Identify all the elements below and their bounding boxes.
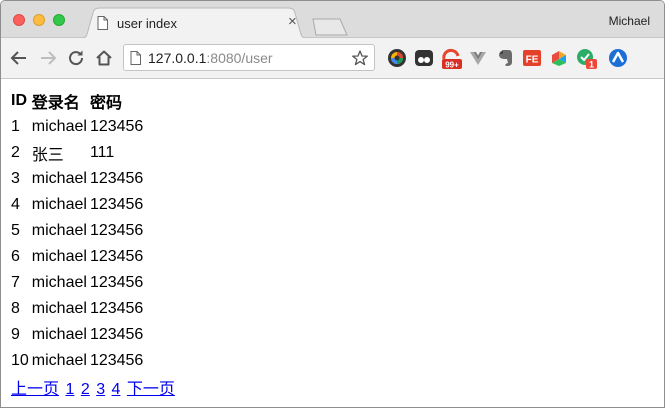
mail-extension-icon[interactable]: 99+ <box>441 48 462 70</box>
home-icon[interactable] <box>94 48 114 68</box>
url-host: 127.0.0.1 <box>148 50 207 66</box>
cell-login-name: michael <box>31 170 87 187</box>
tab-strip: user index × Michael <box>1 1 664 39</box>
table-row: 8 michael 123456 <box>11 296 145 322</box>
cell-login-name: michael <box>31 118 87 135</box>
cell-password: 123456 <box>89 118 144 135</box>
colorful-extension-icon[interactable] <box>549 48 569 68</box>
cell-id: 10 <box>11 352 29 369</box>
page-link-1[interactable]: 1 <box>65 381 74 398</box>
table-row: 6 michael 123456 <box>11 244 145 270</box>
table-row: 4 michael 123456 <box>11 192 145 218</box>
cell-login-name: 张三 <box>31 147 64 164</box>
vue-devtools-icon[interactable] <box>468 48 488 68</box>
cell-id: 9 <box>11 326 20 343</box>
table-row: 2 张三 111 <box>11 140 145 166</box>
tab-title: user index <box>117 16 177 31</box>
page-content: ID 登录名 密码 1 michael 123456 2 张三 111 3 michael 12… <box>11 88 177 399</box>
reload-icon[interactable] <box>66 48 86 68</box>
pagination: 上一页 1 2 3 4 下一页 <box>11 375 177 399</box>
tab-close-icon[interactable]: × <box>288 14 297 30</box>
cell-password: 123456 <box>89 222 144 239</box>
page-info-icon[interactable] <box>130 51 141 70</box>
document-icon <box>97 16 108 35</box>
table-row: 3 michael 123456 <box>11 166 145 192</box>
cell-id: 1 <box>11 118 20 135</box>
prev-page-link[interactable]: 上一页 <box>11 381 59 398</box>
header-login-name: 登录名 <box>31 95 80 112</box>
cell-id: 7 <box>11 274 20 291</box>
url-text[interactable]: 127.0.0.1:8080/user <box>148 50 273 66</box>
cell-login-name: michael <box>31 196 87 213</box>
cell-id: 4 <box>11 196 20 213</box>
cell-password: 123456 <box>89 352 144 369</box>
page-link-3[interactable]: 3 <box>96 381 105 398</box>
cell-password: 123456 <box>89 274 144 291</box>
cell-password: 123456 <box>89 196 144 213</box>
forward-arrow-icon[interactable] <box>38 48 58 68</box>
wechat-badge-count: 1 <box>589 60 594 70</box>
cell-password: 123456 <box>89 326 144 343</box>
zoom-window-button[interactable] <box>53 14 65 26</box>
table-row: 7 michael 123456 <box>11 270 145 296</box>
bookmark-star-icon[interactable] <box>352 50 368 71</box>
user-table: ID 登录名 密码 1 michael 123456 2 张三 111 3 michael 12… <box>11 88 145 374</box>
profile-name[interactable]: Michael <box>609 14 650 28</box>
mail-badge-count: 99+ <box>445 61 459 70</box>
vpn-extension-icon[interactable] <box>608 48 628 68</box>
cell-login-name: michael <box>31 326 87 343</box>
cell-login-name: michael <box>31 300 87 317</box>
cell-id: 5 <box>11 222 20 239</box>
close-window-button[interactable] <box>13 14 25 26</box>
cell-login-name: michael <box>31 248 87 265</box>
table-header-row: ID 登录名 密码 <box>11 88 145 114</box>
tab-user-index[interactable]: user index × <box>79 7 309 39</box>
cell-password: 123456 <box>89 248 144 265</box>
table-row: 5 michael 123456 <box>11 218 145 244</box>
cell-password: 111 <box>89 144 115 161</box>
cell-id: 8 <box>11 300 20 317</box>
page-link-2[interactable]: 2 <box>81 381 90 398</box>
table-row: 10 michael 123456 <box>11 348 145 374</box>
header-id: ID <box>11 92 27 109</box>
table-row: 9 michael 123456 <box>11 322 145 348</box>
fe-label: FE <box>526 55 539 66</box>
toolbar: 127.0.0.1:8080/user 99+ FE 1 <box>1 38 664 79</box>
address-bar[interactable]: 127.0.0.1:8080/user <box>123 44 375 71</box>
cell-login-name: michael <box>31 274 87 291</box>
page-link-4[interactable]: 4 <box>112 381 121 398</box>
minimize-window-button[interactable] <box>33 14 45 26</box>
browser-window: user index × Michael 127.0.0.1:8080/user <box>0 0 665 408</box>
next-page-link[interactable]: 下一页 <box>127 381 175 398</box>
wechat-extension-icon[interactable]: 1 <box>576 48 597 70</box>
cell-id: 6 <box>11 248 20 265</box>
cell-id: 2 <box>11 144 20 161</box>
fe-extension-icon[interactable]: FE <box>522 48 542 68</box>
cell-login-name: michael <box>31 222 87 239</box>
cell-password: 123456 <box>89 170 144 187</box>
evernote-extension-icon[interactable] <box>495 48 515 68</box>
cell-login-name: michael <box>31 352 87 369</box>
cell-id: 3 <box>11 170 20 187</box>
color-picker-extension-icon[interactable] <box>387 48 407 68</box>
cell-password: 123456 <box>89 300 144 317</box>
url-port-path: :8080/user <box>206 50 273 66</box>
header-password: 密码 <box>89 95 122 112</box>
table-row: 1 michael 123456 <box>11 114 145 140</box>
tampermonkey-extension-icon[interactable] <box>414 48 434 68</box>
back-arrow-icon[interactable] <box>9 48 29 68</box>
